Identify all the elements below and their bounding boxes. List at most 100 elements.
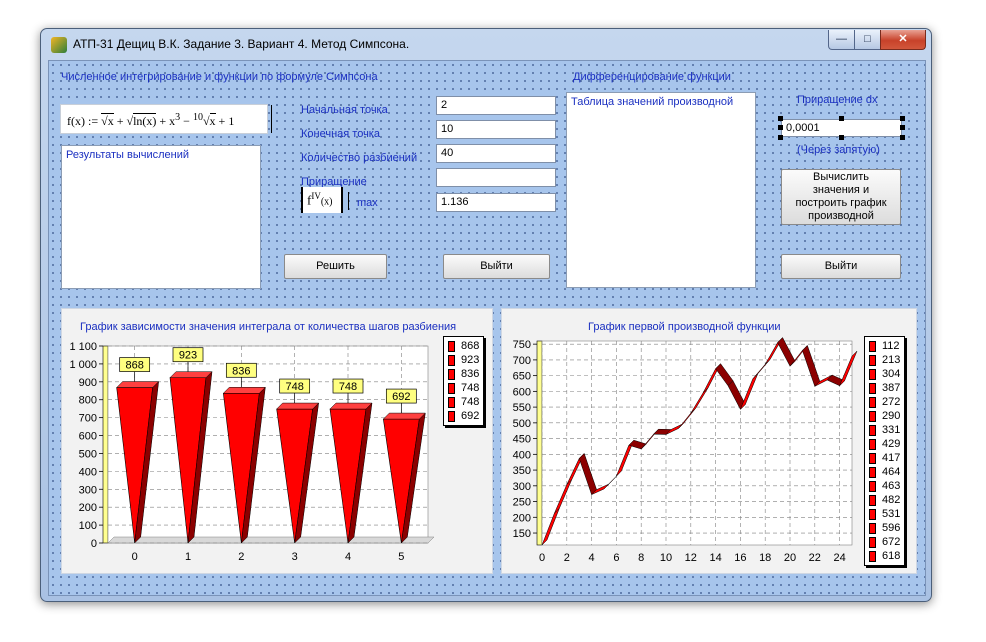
legend-swatch [869,508,876,520]
y-tick-label: 900 [79,377,97,389]
legend-swatch [869,438,876,450]
integration-exit-button[interactable]: Выйти [443,254,550,279]
step-input[interactable] [436,168,556,187]
y-axis-wall [536,340,543,546]
y-tick-label: 700 [513,355,531,367]
legend-swatch [869,452,876,464]
x-tick-label: 0 [132,551,138,563]
results-memo-text: Результаты вычислений [66,149,190,161]
legend-swatch [869,368,876,380]
legend-entry: 868 [448,339,479,353]
legend-swatch [869,480,876,492]
x-tick-label: 10 [660,552,672,564]
legend-swatch [448,396,455,408]
dx-label: Приращение dx [797,94,878,106]
legend-swatch [869,354,876,366]
x-tick-label: 18 [759,552,771,564]
x-tick-label: 14 [709,552,721,564]
integral-bar-chart: 01002003004005006007008009001 0001 1000 1… [69,341,435,563]
y-tick-label: 550 [513,402,531,414]
y-tick-label: 600 [513,386,531,398]
y-tick-label: 650 [513,371,531,383]
legend-entry: 304 [869,367,900,381]
legend-entry: 748 [448,395,479,409]
minimize-button[interactable]: — [828,30,855,50]
legend-label: 672 [882,536,901,548]
formula-plus: + [113,114,127,128]
start-point-input[interactable]: 2 [436,96,556,115]
derivative-table-memo[interactable]: Таблица значений производной [566,92,756,288]
y-tick-label: 250 [513,497,531,509]
derivative-chart-legend: 112 213 304 387 272 290 331 429 417 464 463 482 531 5… [864,336,906,566]
y-tick-label: 1 000 [69,359,97,371]
data-label: 748 [285,381,303,393]
legend-swatch [869,410,876,422]
legend-label: 531 [882,508,901,520]
legend-entry: 618 [869,549,900,563]
legend-swatch [869,396,876,408]
max-value-input[interactable]: 1.136 [436,193,556,212]
selection-handle [900,125,905,130]
fiv-formula: fIV(x) [301,187,343,213]
x-tick-label: 12 [685,552,697,564]
integration-heading: Численное интегрирование и функции по фо… [61,71,378,83]
legend-label: 272 [882,396,901,408]
bar-cone-top [222,387,266,394]
legend-swatch [448,340,455,352]
close-button[interactable]: ✕ [880,30,926,50]
derivative-chart-panel: График первой производной функции 150 200… [501,308,917,574]
legend-label: 618 [882,550,901,562]
data-label: 748 [339,381,357,393]
title-bar[interactable]: АТП-31 Дещиц В.К. Задание 3. Вариант 4. … [41,29,931,59]
y-tick-label: 600 [79,431,97,443]
legend-entry: 482 [869,493,900,507]
legend-label: 923 [461,354,480,366]
legend-label: 482 [882,494,901,506]
results-memo[interactable]: Результаты вычислений [61,145,261,289]
maximize-button[interactable]: □ [854,30,881,50]
integral-chart-legend: 868 923 836 748 748 692 [443,336,485,426]
x-tick-label: 22 [809,552,821,564]
y-tick-label: 300 [79,484,97,496]
bar-cone-top [116,381,160,388]
formula-lhs: f(x) := [67,114,102,128]
legend-swatch [869,522,876,534]
end-point-input[interactable]: 10 [436,120,556,139]
app-window: АТП-31 Дещиц В.К. Задание 3. Вариант 4. … [40,28,932,602]
x-tick-label: 16 [734,552,746,564]
bar-cone-top [169,371,213,378]
differentiation-exit-button[interactable]: Выйти [781,254,901,279]
legend-entry: 464 [869,465,900,479]
partition-count-input[interactable]: 40 [436,144,556,163]
selection-handle [778,125,783,130]
x-tick-label: 1 [185,551,191,563]
data-label: 868 [125,360,143,372]
solve-button[interactable]: Решить [284,254,387,279]
y-tick-label: 350 [513,465,531,477]
x-tick-label: 2 [564,552,570,564]
y-tick-label: 150 [513,528,531,540]
legend-entry: 387 [869,381,900,395]
y-tick-label: 1 100 [69,341,97,353]
bar-cone-top [276,402,320,410]
legend-label: 463 [882,480,901,492]
y-tick-label: 750 [513,339,531,351]
selection-handle [778,135,783,140]
legend-label: 290 [882,410,901,422]
formula-root-index: 10 [192,112,203,123]
end-label: Конечная точка [301,128,380,140]
compute-derivative-button[interactable]: Вычислить значения и построить график пр… [781,169,901,225]
legend-swatch [448,354,455,366]
legend-swatch [869,536,876,548]
legend-entry: 213 [869,353,900,367]
x-tick-label: 4 [345,551,351,563]
legend-swatch [448,410,455,422]
y-tick-label: 200 [513,512,531,524]
integral-chart-panel: График зависимости значения интеграла от… [61,308,493,574]
legend-entry: 531 [869,507,900,521]
y-tick-label: 300 [513,481,531,493]
dx-hint: (Через запятую) [797,144,880,156]
differentiation-heading: Дифференцирование функции [573,71,731,83]
legend-swatch [869,550,876,562]
legend-label: 464 [882,466,901,478]
